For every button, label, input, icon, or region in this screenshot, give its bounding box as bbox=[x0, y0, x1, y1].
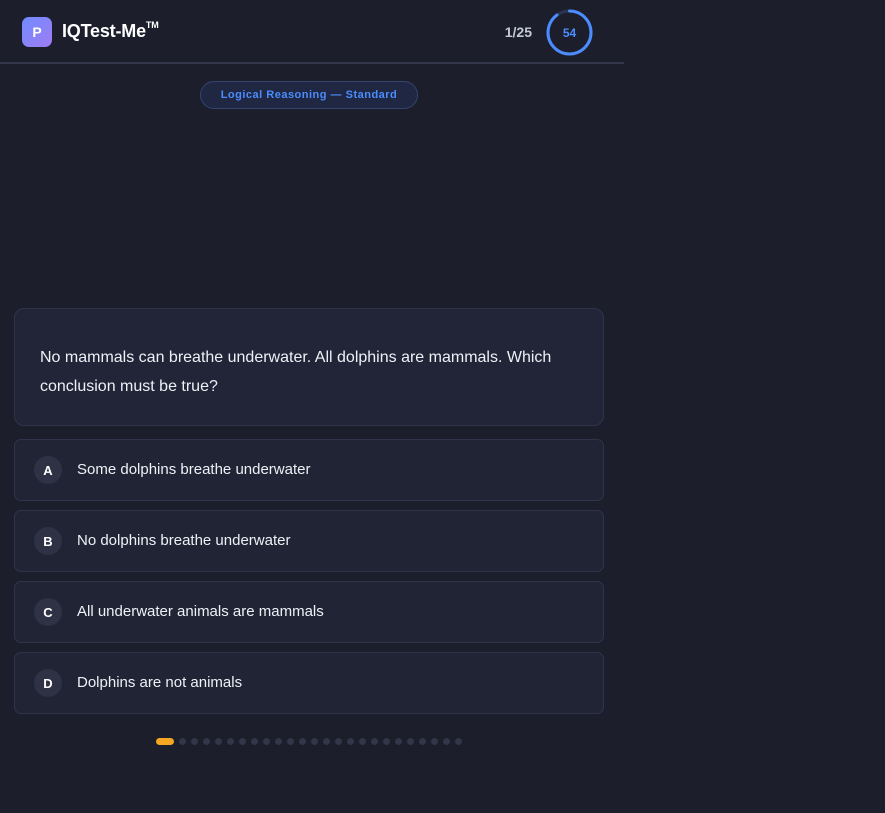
pager-dot bbox=[311, 738, 318, 745]
header: P IQTest-MeTM 1/25 54 bbox=[0, 0, 624, 64]
pager-dot bbox=[251, 738, 258, 745]
option-letter-badge: C bbox=[34, 598, 62, 626]
pager-dot bbox=[347, 738, 354, 745]
trademark-mark: TM bbox=[145, 20, 159, 30]
pager-dot bbox=[275, 738, 282, 745]
pager-dot bbox=[203, 738, 210, 745]
pager-dot bbox=[227, 738, 234, 745]
pager-dot bbox=[287, 738, 294, 745]
option-b[interactable]: B No dolphins breathe underwater bbox=[14, 510, 604, 572]
option-letter-badge: D bbox=[34, 669, 62, 697]
question-progress: 1/25 bbox=[504, 24, 532, 40]
option-d[interactable]: D Dolphins are not animals bbox=[14, 652, 604, 714]
pager-dot bbox=[239, 738, 246, 745]
question-card: No mammals can breathe underwater. All d… bbox=[14, 308, 604, 426]
pager-dot bbox=[179, 738, 186, 745]
option-label: Dolphins are not animals bbox=[77, 674, 243, 691]
pager-dot bbox=[335, 738, 342, 745]
question-pager bbox=[156, 738, 462, 745]
question-text: No mammals can breathe underwater. All d… bbox=[40, 349, 552, 395]
category-badge: Logical Reasoning — Standard bbox=[200, 81, 418, 109]
pager-dot-active bbox=[156, 738, 174, 745]
pager-dot bbox=[359, 738, 366, 745]
option-letter-badge: A bbox=[34, 456, 62, 484]
pager-dot bbox=[191, 738, 198, 745]
option-c[interactable]: C All underwater animals are mammals bbox=[14, 581, 604, 643]
pager-dot bbox=[371, 738, 378, 745]
pager-dot bbox=[419, 738, 426, 745]
pager-dot bbox=[215, 738, 222, 745]
option-label: All underwater animals are mammals bbox=[77, 603, 324, 620]
pager-dot bbox=[263, 738, 270, 745]
logo: P bbox=[22, 17, 52, 47]
option-label: Some dolphins breathe underwater bbox=[77, 461, 311, 478]
timer: 54 bbox=[546, 9, 593, 56]
timer-value: 54 bbox=[562, 25, 577, 40]
pager-dot bbox=[431, 738, 438, 745]
pager-dot bbox=[395, 738, 402, 745]
brand-name: IQTest-MeTM bbox=[62, 20, 159, 42]
brand-title: IQTest-Me bbox=[62, 21, 146, 41]
option-label: No dolphins breathe underwater bbox=[77, 532, 291, 549]
pager-dot bbox=[407, 738, 414, 745]
option-letter-badge: B bbox=[34, 527, 62, 555]
logo-letter: P bbox=[32, 24, 42, 40]
quiz-app: P IQTest-MeTM 1/25 54 Logical Reasoning … bbox=[0, 0, 885, 813]
option-a[interactable]: A Some dolphins breathe underwater bbox=[14, 439, 604, 501]
pager-dot bbox=[455, 738, 462, 745]
pager-dot bbox=[299, 738, 306, 745]
pager-dot bbox=[443, 738, 450, 745]
pager-dot bbox=[383, 738, 390, 745]
pager-dot bbox=[323, 738, 330, 745]
